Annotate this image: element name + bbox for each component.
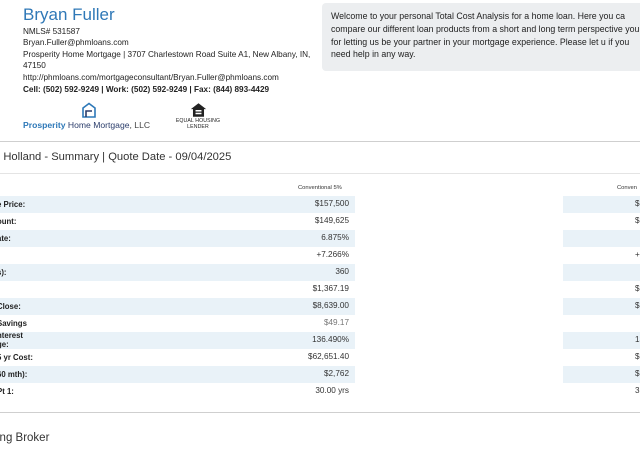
row-band [563, 315, 640, 332]
equal-housing-icon [190, 103, 206, 117]
row-band [563, 281, 640, 298]
row-label: ate: [0, 234, 11, 243]
value-col-1: $49.17 [323, 318, 349, 327]
row-band [0, 281, 355, 298]
value-col-1: $2,762 [323, 369, 349, 378]
table-row: e Price: $157,500 $ [0, 196, 640, 213]
agent-contact: Cell: (502) 592-9249 | Work: (502) 592-9… [23, 85, 270, 95]
row-label: nterest ge: [0, 331, 23, 349]
value-col-1: 360 [335, 267, 349, 276]
table-row: ate: 6.875% [0, 230, 640, 247]
row-label: Close: [0, 302, 21, 311]
agent-info: Bryan Fuller NMLS# 531587 Bryan.Fuller@p… [23, 4, 323, 95]
row-band [0, 349, 355, 366]
table-row: Pt 1: 30.00 yrs 3 [0, 383, 640, 400]
row-band [0, 213, 355, 230]
logos: Prosperity Home Mortgage, LLC Equal Hous… [23, 102, 263, 134]
table-row: 60 mth): $2,762 $ [0, 366, 640, 383]
row-band [563, 298, 640, 315]
row-band [0, 196, 355, 213]
value-col-1: 136.490% [312, 335, 349, 344]
value-col-2: $ [635, 216, 640, 225]
table-row: nterest ge: 136.490% 13 [0, 331, 640, 349]
company-logo: Prosperity Home Mortgage, LLC [23, 102, 163, 132]
row-label: Pt 1: [0, 387, 14, 396]
table-row: 5 yr Cost: $62,651.40 $6 [0, 349, 640, 366]
agent-email[interactable]: Bryan.Fuller@phmloans.com [23, 37, 323, 48]
row-band [563, 213, 640, 230]
company-name: Prosperity Home Mortgage, LLC [23, 120, 150, 130]
value-col-1: $149,625 [314, 216, 349, 225]
agent-address: Prosperity Home Mortgage | 3707 Charlest… [23, 49, 311, 71]
row-label: s): [0, 268, 7, 277]
table-row: s): 360 [0, 264, 640, 281]
row-band [0, 247, 355, 264]
welcome-message: Welcome to your personal Total Cost Anal… [322, 3, 640, 71]
footer-text: ing Broker [0, 432, 50, 444]
value-col-1: 30.00 yrs [315, 386, 349, 395]
value-col-2: 3 [635, 386, 640, 395]
agent-url[interactable]: http://phmloans.com/mortgageconsultant/B… [23, 72, 323, 83]
equal-housing-logo: Equal Housing Lender [169, 102, 227, 134]
table-row: Close: $8,639.00 $5 [0, 298, 640, 315]
eho-line2: Lender [187, 124, 209, 130]
value-col-2: $5 [635, 301, 640, 310]
row-band [0, 332, 355, 349]
table-row: +7.266% + [0, 247, 640, 264]
value-col-2: + [635, 250, 640, 259]
row-label: e Price: [0, 200, 26, 209]
row-label: 60 mth): [0, 370, 28, 379]
divider [0, 412, 640, 413]
row-band [563, 247, 640, 264]
value-col-2: $6 [635, 352, 640, 361]
value-col-2: $ [635, 199, 640, 208]
value-col-1: $8,639.00 [312, 301, 349, 310]
row-band [563, 196, 640, 213]
row-label: Savings [0, 319, 27, 328]
company-name-suffix: Home Mortgage [65, 120, 130, 130]
row-band [0, 264, 355, 281]
value-col-1: $62,651.40 [308, 352, 349, 361]
agent-nmls: NMLS# 531587 [23, 27, 80, 36]
table-row: ount: $149,625 $ [0, 213, 640, 230]
row-band [0, 315, 355, 332]
row-band [0, 230, 355, 247]
row-band [0, 383, 355, 400]
divider [0, 173, 640, 174]
divider [0, 141, 640, 142]
row-label: 5 yr Cost: [0, 353, 33, 362]
value-col-2: $ [635, 369, 640, 378]
value-col-2: $ [635, 284, 640, 293]
summary-title: n Holland - Summary | Quote Date - 09/04… [0, 151, 232, 163]
row-band [563, 383, 640, 400]
row-band [563, 349, 640, 366]
value-col-1: 6.875% [321, 233, 349, 242]
row-band [563, 332, 640, 349]
company-name-prefix: Prosperity [23, 120, 66, 130]
value-col-2: 13 [635, 335, 640, 344]
row-band [563, 264, 640, 281]
row-band [563, 366, 640, 383]
column-header-2: Conven [617, 185, 637, 191]
row-label: ount: [0, 217, 17, 226]
house-logo-icon [82, 102, 96, 118]
value-col-1: $157,500 [314, 199, 349, 208]
value-col-1: +7.266% [316, 250, 349, 259]
row-band [0, 366, 355, 383]
row-band [0, 298, 355, 315]
company-name-tail: , LLC [129, 120, 151, 130]
row-band [563, 230, 640, 247]
value-col-1: $1,367.19 [312, 284, 349, 293]
agent-name: Bryan Fuller [23, 5, 115, 24]
table-row: Savings $49.17 [0, 315, 640, 332]
column-header-1: Conventional 5% [298, 185, 342, 191]
table-row: :$1,367.19$ [0, 281, 640, 298]
